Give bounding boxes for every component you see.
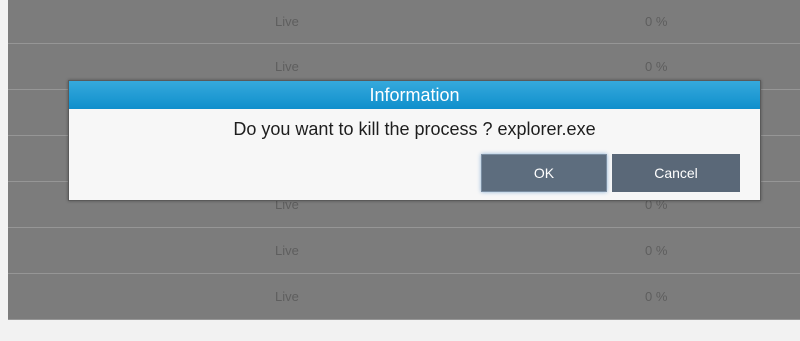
cancel-button[interactable]: Cancel [612,154,740,192]
dialog-message: Do you want to kill the process ? explor… [233,119,596,139]
dialog-title: Information [69,81,760,109]
kill-process-dialog: Information Do you want to kill the proc… [68,80,761,201]
table-row[interactable]: Live 0 % [8,274,800,320]
task-manager-view: Live 0 % Live 0 % Live 0 % Live 0 % Live… [0,0,800,341]
status-cell: Live [275,243,299,258]
table-row[interactable]: Live 0 % [8,0,800,44]
cpu-usage-cell: 0 % [645,243,668,258]
cpu-usage-cell: 0 % [645,14,668,29]
cpu-usage-cell: 0 % [645,289,668,304]
status-cell: Live [275,14,299,29]
status-cell: Live [275,289,299,304]
table-row[interactable]: Live 0 % [8,228,800,274]
ok-button[interactable]: OK [481,154,607,192]
